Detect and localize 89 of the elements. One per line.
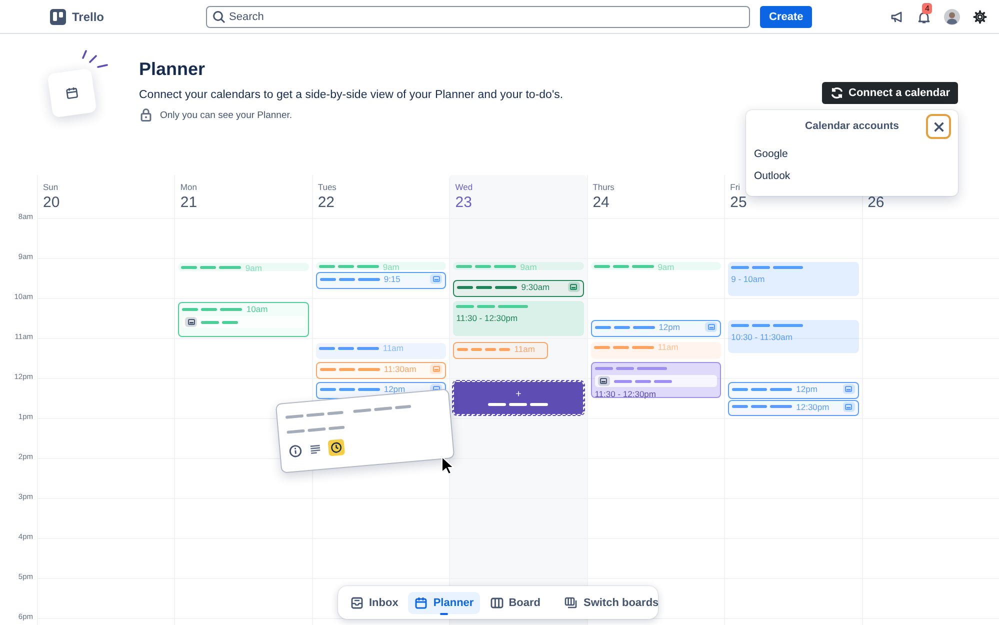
close-icon <box>932 120 946 134</box>
card-icon <box>185 317 198 328</box>
text-placeholder-drawing <box>614 380 672 383</box>
nav-tab[interactable]: Switch boards <box>558 592 665 614</box>
bell-icon[interactable] <box>917 10 931 24</box>
text-placeholder-drawing <box>286 426 345 434</box>
calendar-icon <box>414 596 428 610</box>
calendar-event[interactable]: 9:30am <box>453 280 584 297</box>
settings-icon[interactable] <box>973 10 987 24</box>
event-time: 11:30 - 12:30pm <box>594 389 657 400</box>
event-time: 11am <box>658 342 678 352</box>
calendar-event[interactable]: 10am <box>178 302 309 337</box>
sync-icon <box>830 86 844 100</box>
calendar-event[interactable]: 9am <box>316 262 446 270</box>
calendar-event[interactable]: 9am <box>178 263 309 271</box>
weekday-label: Wed <box>455 182 473 193</box>
event-time: + <box>516 390 522 400</box>
nav-tab[interactable]: Board <box>484 592 546 614</box>
popover-title: Calendar accounts <box>804 120 900 132</box>
page-title: Planner <box>139 59 206 80</box>
megaphone-icon[interactable] <box>890 10 904 24</box>
description-text: Connect your calendars to get a side-by-side view of your Planner and your to-do's. <box>139 89 564 101</box>
calendar-event[interactable]: 12:30pm <box>728 400 859 416</box>
avatar-icon[interactable] <box>944 8 960 24</box>
event-time: 12pm <box>796 384 818 394</box>
close-button[interactable] <box>926 114 951 139</box>
event-time: 9 - 10am <box>731 274 766 284</box>
calendar-event[interactable]: 11am <box>316 343 446 359</box>
account-option[interactable]: Google <box>754 148 788 160</box>
calendar-event[interactable]: 12pm <box>728 382 859 399</box>
event-time: 9am <box>245 262 262 272</box>
event-time: 9:15 <box>384 274 400 284</box>
calendar-event[interactable]: 11am <box>590 342 722 359</box>
calendar-event[interactable]: 12pm <box>590 320 722 337</box>
calendar-event[interactable]: 9 - 10am <box>728 262 859 296</box>
day-number: 20 <box>43 194 60 211</box>
connect-calendar-button[interactable]: Connect a calendar <box>822 82 958 104</box>
inbox-icon <box>350 596 364 610</box>
day-number: 26 <box>868 194 884 211</box>
calendar-event[interactable]: 11am <box>453 342 548 359</box>
text-placeholder-drawing <box>201 320 238 324</box>
event-time: 12pm <box>658 322 680 332</box>
calendar-event[interactable]: 10:30 - 11:30am <box>728 320 859 353</box>
search-field[interactable]: Search <box>206 6 750 28</box>
trello-logo-icon <box>50 8 66 24</box>
account-option[interactable]: Outlook <box>754 170 790 182</box>
card-icon <box>598 376 610 386</box>
nav-tab[interactable]: Planner <box>408 592 480 614</box>
event-time: 11am <box>382 343 404 353</box>
calendar-event[interactable]: 9:15 <box>316 272 446 289</box>
search-icon <box>212 10 226 24</box>
event-time: 9am <box>382 262 400 272</box>
event-time: 9:30am <box>521 282 550 292</box>
create-button[interactable]: Create <box>760 6 812 28</box>
calendar-event[interactable]: 11:30 - 12:30pm <box>453 301 584 336</box>
weekday-label: Fri <box>730 182 740 193</box>
day-number: 25 <box>730 194 747 211</box>
nav-tab[interactable]: Inbox <box>344 592 404 614</box>
calendar-event[interactable]: 9am <box>453 262 584 270</box>
event-time: 11am <box>514 344 535 354</box>
weekday-label: Mon <box>180 182 197 193</box>
day-number: 22 <box>318 194 335 211</box>
event-time: 11:30 - 12:30pm <box>456 313 519 323</box>
event-time: 12pm <box>384 384 406 394</box>
calendar-event[interactable]: 9am <box>590 262 722 270</box>
event-time: 10am <box>246 304 268 314</box>
event-time: 9am <box>520 262 537 272</box>
privacy-note: Only you can see your Planner. <box>160 110 292 120</box>
calendar-event[interactable]: 11:30 - 12:30pm <box>590 362 722 398</box>
weekday-label: Tues <box>318 182 336 193</box>
day-number: 21 <box>180 194 198 211</box>
event-time: 12:30pm <box>796 402 830 412</box>
weekday-label: Thurs <box>592 182 614 193</box>
lock-icon <box>139 108 153 122</box>
app-name: Trello <box>72 10 104 24</box>
event-time: 11:30am <box>384 364 416 374</box>
day-number: 23 <box>455 194 472 211</box>
day-number: 24 <box>592 194 610 211</box>
boards-icon <box>564 596 578 610</box>
calendar-icon <box>64 85 80 101</box>
calendar-event[interactable]: + <box>453 381 584 415</box>
info-icon <box>288 444 304 459</box>
calendar-event[interactable]: 11:30am <box>316 362 446 379</box>
event-time: 10:30 - 11:30am <box>731 332 794 342</box>
weekday-label: Sun <box>43 182 58 193</box>
board-icon <box>490 596 504 610</box>
notification-badge: 4 <box>922 2 932 14</box>
event-time: 9am <box>658 262 674 272</box>
clock-icon <box>328 438 345 456</box>
